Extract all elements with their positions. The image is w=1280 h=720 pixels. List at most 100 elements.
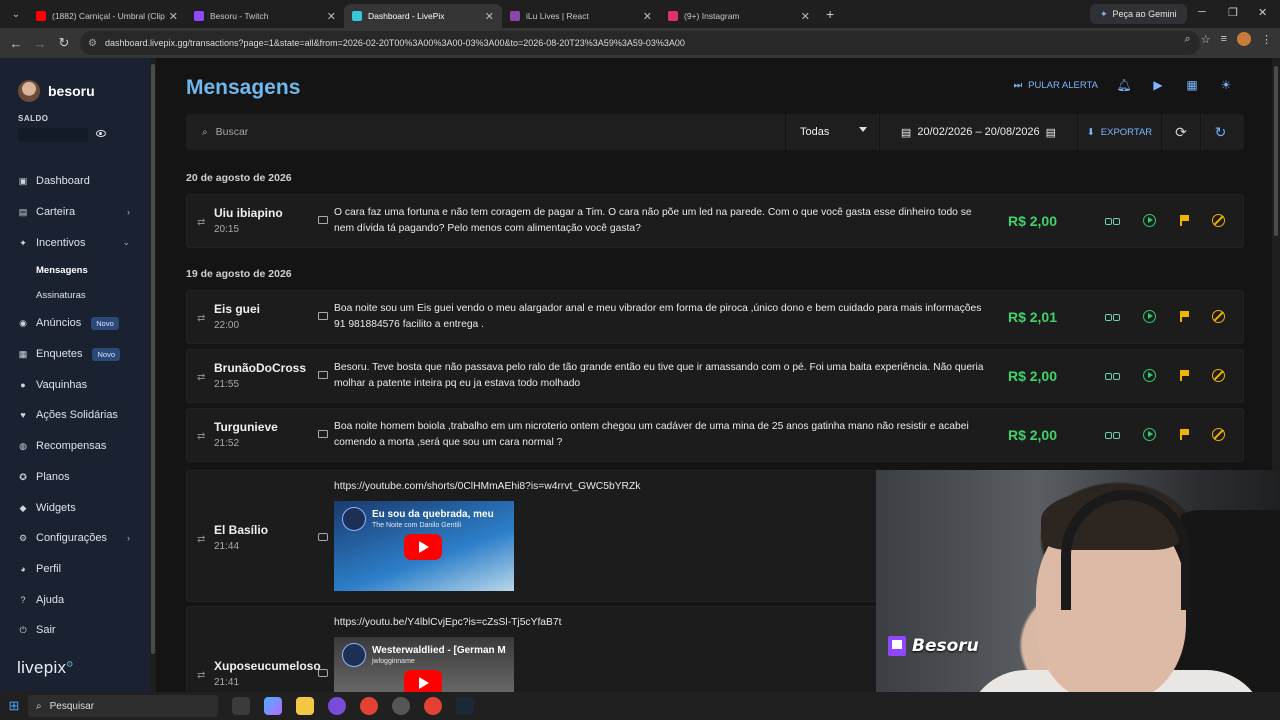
tab-favicon-icon [668, 11, 678, 21]
maximize-button[interactable]: ❐ [1228, 6, 1238, 19]
sidebar-item-anncios[interactable]: ◉ Anúncios Novo [0, 308, 150, 339]
sidebar-item-vaquinhas[interactable]: ● Vaquinhas [0, 369, 150, 400]
sidebar-item-sair[interactable]: ⏻ Sair [0, 615, 150, 646]
browser-menu-icon[interactable]: ⋮ [1261, 33, 1272, 46]
address-bar-row: ← → ↻ ⚙ dashboard.livepix.gg/transaction… [0, 28, 1280, 58]
youtube-thumbnail[interactable]: Eu sou da quebrada, meu The Noite com Da… [334, 501, 514, 591]
tab-close-icon[interactable]: ✕ [801, 10, 810, 23]
flag-icon[interactable] [1179, 429, 1189, 440]
forward-button[interactable]: → [28, 36, 52, 51]
block-icon[interactable] [1212, 310, 1225, 323]
glasses-icon[interactable] [1105, 371, 1120, 381]
user-profile[interactable]: besoru [18, 80, 95, 102]
replay-icon[interactable] [1143, 428, 1156, 441]
glasses-icon[interactable] [1105, 312, 1120, 322]
livepix-logo[interactable]: livepix⊙ [17, 658, 73, 678]
sidebar-item-configuraes[interactable]: ⚙ Configurações › [0, 523, 150, 554]
replay-icon[interactable] [1143, 369, 1156, 382]
message-row[interactable]: ⇄ BrunãoDoCross 21:55 Besoru. Teve bosta… [186, 349, 1244, 403]
sidebar-item-planos[interactable]: ✪ Planos [0, 462, 150, 493]
chevron-icon: › [127, 533, 130, 544]
tab-favicon-icon [194, 11, 204, 21]
youtube-icon[interactable]: ▶ [1150, 78, 1166, 92]
state-select[interactable]: Todas [786, 114, 880, 150]
site-info-icon[interactable]: ⚙ [88, 38, 97, 49]
sidebar-item-incentivos[interactable]: ✦ Incentivos ⌄ [0, 227, 150, 258]
app-icon[interactable] [328, 697, 346, 715]
bookmark-star-icon[interactable]: ☆ [1201, 33, 1211, 46]
browser-tab[interactable]: iLu Lives | React ✕ [502, 4, 660, 28]
chrome-icon[interactable] [424, 697, 442, 715]
back-button[interactable]: ← [4, 36, 28, 51]
url-field[interactable]: ⚙ dashboard.livepix.gg/transactions?page… [80, 31, 1200, 55]
file-explorer-icon[interactable] [296, 697, 314, 715]
channel-logo-icon [342, 643, 366, 667]
windows-start-icon[interactable]: ⊞ [0, 698, 28, 714]
browser-tab[interactable]: (9+) Instagram ✕ [660, 4, 818, 28]
zoom-icon[interactable]: ⌕ [1185, 33, 1191, 46]
theme-sun-icon[interactable]: ☀ [1218, 78, 1234, 92]
task-view-icon[interactable] [232, 697, 250, 715]
message-time: 20:15 [214, 224, 240, 235]
taskbar-search[interactable]: ⌕ Pesquisar [28, 695, 218, 717]
message-row[interactable]: ⇄ Eis guei 22:00 Boa noite sou um Eis gu… [186, 290, 1244, 344]
reading-list-icon[interactable]: ≡ [1221, 33, 1227, 45]
profile-avatar[interactable] [1237, 32, 1251, 46]
replay-icon[interactable] [1143, 214, 1156, 227]
message-row[interactable]: ⇄ Uiu ibiapino 20:15 O cara faz uma fort… [186, 194, 1244, 248]
close-window-button[interactable]: ✕ [1258, 6, 1267, 19]
copilot-icon[interactable] [264, 697, 282, 715]
block-icon[interactable] [1212, 428, 1225, 441]
replay-icon[interactable] [1143, 310, 1156, 323]
chat-icon [318, 371, 328, 379]
video-link[interactable]: https://youtu.be/Y4lblCvjEpc?is=cZsSl-Tj… [334, 617, 562, 628]
tab-search-button[interactable]: ⌄ [4, 3, 28, 25]
skip-alert-button[interactable]: ⏭ PULAR ALERTA [1014, 80, 1098, 91]
browser-tabbar: ⌄ (1882) Carniçal - Umbral (Clipe ✕ Beso… [0, 0, 1280, 28]
video-link[interactable]: https://youtube.com/shorts/0ClHMmAEhi8?i… [334, 481, 640, 492]
bell-icon[interactable]: 🔔︎ [1116, 78, 1132, 92]
minimize-button[interactable]: ─ [1198, 6, 1206, 18]
date-range-picker[interactable]: ▤ 20/02/2026 – 20/08/2026 ▤ [880, 114, 1078, 150]
new-tab-button[interactable]: + [826, 6, 834, 22]
sync-icon[interactable]: ⟳ [1162, 114, 1201, 150]
browser-tab[interactable]: Dashboard - LivePix ✕ [344, 4, 502, 28]
export-button[interactable]: ⬇ EXPORTAR [1078, 114, 1162, 150]
chrome-icon[interactable] [360, 697, 378, 715]
obs-icon[interactable] [392, 697, 410, 715]
gemini-button[interactable]: ✦ Peça ao Gemini [1090, 4, 1187, 24]
reload-button[interactable]: ↻ [52, 35, 76, 51]
sidebar-subitem-assinaturas[interactable]: Assinaturas [0, 283, 150, 308]
sidebar-item-recompensas[interactable]: ◍ Recompensas [0, 431, 150, 462]
sidebar-item-carteira[interactable]: ▤ Carteira › [0, 197, 150, 228]
browser-tab[interactable]: Besoru - Twitch ✕ [186, 4, 344, 28]
glasses-icon[interactable] [1105, 216, 1120, 226]
block-icon[interactable] [1212, 369, 1225, 382]
steam-icon[interactable] [456, 697, 474, 715]
layout-icon[interactable]: ▦ [1184, 78, 1200, 92]
tab-close-icon[interactable]: ✕ [643, 10, 652, 23]
sidebar-item-ajuda[interactable]: ? Ajuda [0, 584, 150, 615]
youtube-play-icon[interactable] [404, 670, 442, 692]
refresh-icon[interactable]: ↻ [1201, 114, 1240, 150]
sidebar-item-aessolidrias[interactable]: ♥ Ações Solidárias [0, 400, 150, 431]
tab-close-icon[interactable]: ✕ [169, 10, 178, 23]
sidebar-item-widgets[interactable]: ◆ Widgets [0, 492, 150, 523]
tab-close-icon[interactable]: ✕ [327, 10, 336, 23]
sidebar-subitem-mensagens[interactable]: Mensagens [0, 258, 150, 283]
block-icon[interactable] [1212, 214, 1225, 227]
flag-icon[interactable] [1179, 370, 1189, 381]
tab-close-icon[interactable]: ✕ [485, 10, 494, 23]
message-row[interactable]: ⇄ Turgunieve 21:52 Boa noite homem boiol… [186, 408, 1244, 462]
youtube-play-icon[interactable] [404, 534, 442, 560]
flag-icon[interactable] [1179, 311, 1189, 322]
sidebar-item-perfil[interactable]: ◕ Perfil [0, 554, 150, 585]
flag-icon[interactable] [1179, 215, 1189, 226]
glasses-icon[interactable] [1105, 430, 1120, 440]
youtube-thumbnail[interactable]: Westerwaldlied - [German M jwlogginname [334, 637, 514, 692]
search-input[interactable]: ⌕ Buscar [186, 114, 786, 150]
browser-tab[interactable]: (1882) Carniçal - Umbral (Clipe ✕ [28, 4, 186, 28]
sidebar-item-dashboard[interactable]: ▣ Dashboard [0, 166, 150, 197]
sidebar-item-enquetes[interactable]: ▦ Enquetes Novo [0, 339, 150, 370]
eye-icon[interactable] [96, 130, 106, 137]
